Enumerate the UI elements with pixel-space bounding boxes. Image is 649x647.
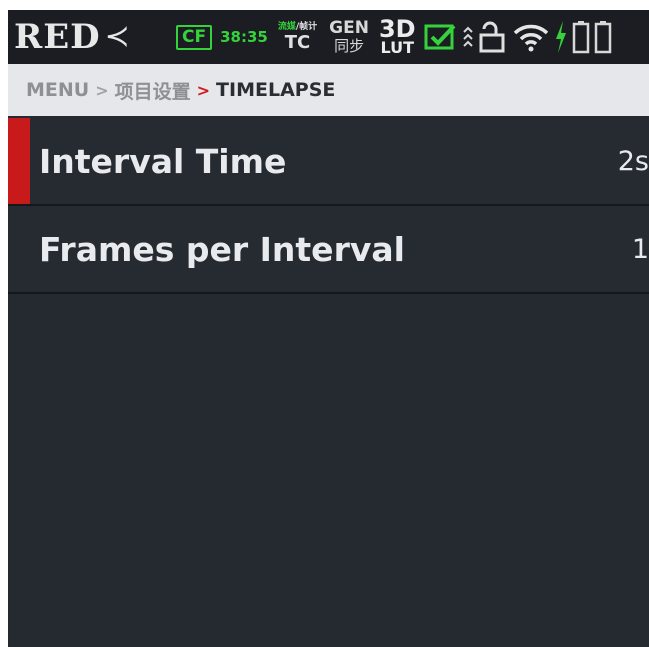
menu-list: Interval Time 2s Frames per Interval 1 [8, 118, 649, 294]
menu-item-interval-time[interactable]: Interval Time 2s [8, 118, 649, 206]
battery-icon[interactable] [572, 20, 590, 54]
media-remaining-time: 38:35 [220, 28, 268, 46]
camera-screen: RED ≺ CF 38:35 流媒/帧计 TC GEN 同步 3D LUT ME… [8, 10, 649, 647]
genlock-label: GEN [329, 18, 369, 38]
unlock-icon[interactable] [478, 21, 506, 53]
media-status[interactable]: CF 38:35 [162, 10, 268, 64]
menu-item-value: 2s [617, 145, 649, 177]
menu-item-value: 1 [631, 233, 649, 265]
genlock-status[interactable]: GEN 同步 [329, 20, 369, 54]
logo-text: RED [14, 17, 101, 57]
lut-label: LUT [380, 37, 415, 57]
breadcrumb-separator-icon: > [95, 80, 109, 100]
charging-bolt-icon [554, 20, 568, 54]
breadcrumb-current: TIMELAPSE [216, 79, 336, 101]
timecode-mode-left: 流媒 [277, 21, 296, 32]
menu-item-label: Frames per Interval [39, 229, 405, 269]
timecode-mode-right: 帧计 [299, 21, 318, 32]
wifi-icon[interactable] [512, 22, 550, 52]
status-icons [422, 10, 612, 64]
menu-item-label: Interval Time [39, 141, 287, 181]
timecode-mode: 流媒/帧计 [277, 21, 318, 32]
breadcrumb-project-settings[interactable]: 项目设置 [115, 77, 191, 104]
battery-icon[interactable] [594, 20, 612, 54]
back-chevron-icon[interactable]: ≺ [105, 22, 130, 52]
up-chevrons-icon [462, 22, 474, 52]
genlock-sync-label: 同步 [334, 37, 365, 55]
breadcrumb-current-arrow-icon: > [196, 80, 211, 100]
breadcrumb: MENU > 项目设置 > TIMELAPSE [8, 64, 649, 116]
checkbox-monitor-icon[interactable] [424, 22, 458, 52]
breadcrumb-menu[interactable]: MENU [26, 79, 89, 101]
lut-status[interactable]: 3D LUT [379, 17, 416, 57]
timecode-label: TC [284, 31, 311, 53]
cf-card-badge: CF [176, 24, 213, 50]
status-bar: RED ≺ CF 38:35 流媒/帧计 TC GEN 同步 3D LUT [8, 10, 649, 64]
menu-item-frames-per-interval[interactable]: Frames per Interval 1 [8, 206, 649, 294]
timecode-status[interactable]: 流媒/帧计 TC [277, 21, 318, 53]
red-logo[interactable]: RED ≺ [8, 10, 162, 64]
